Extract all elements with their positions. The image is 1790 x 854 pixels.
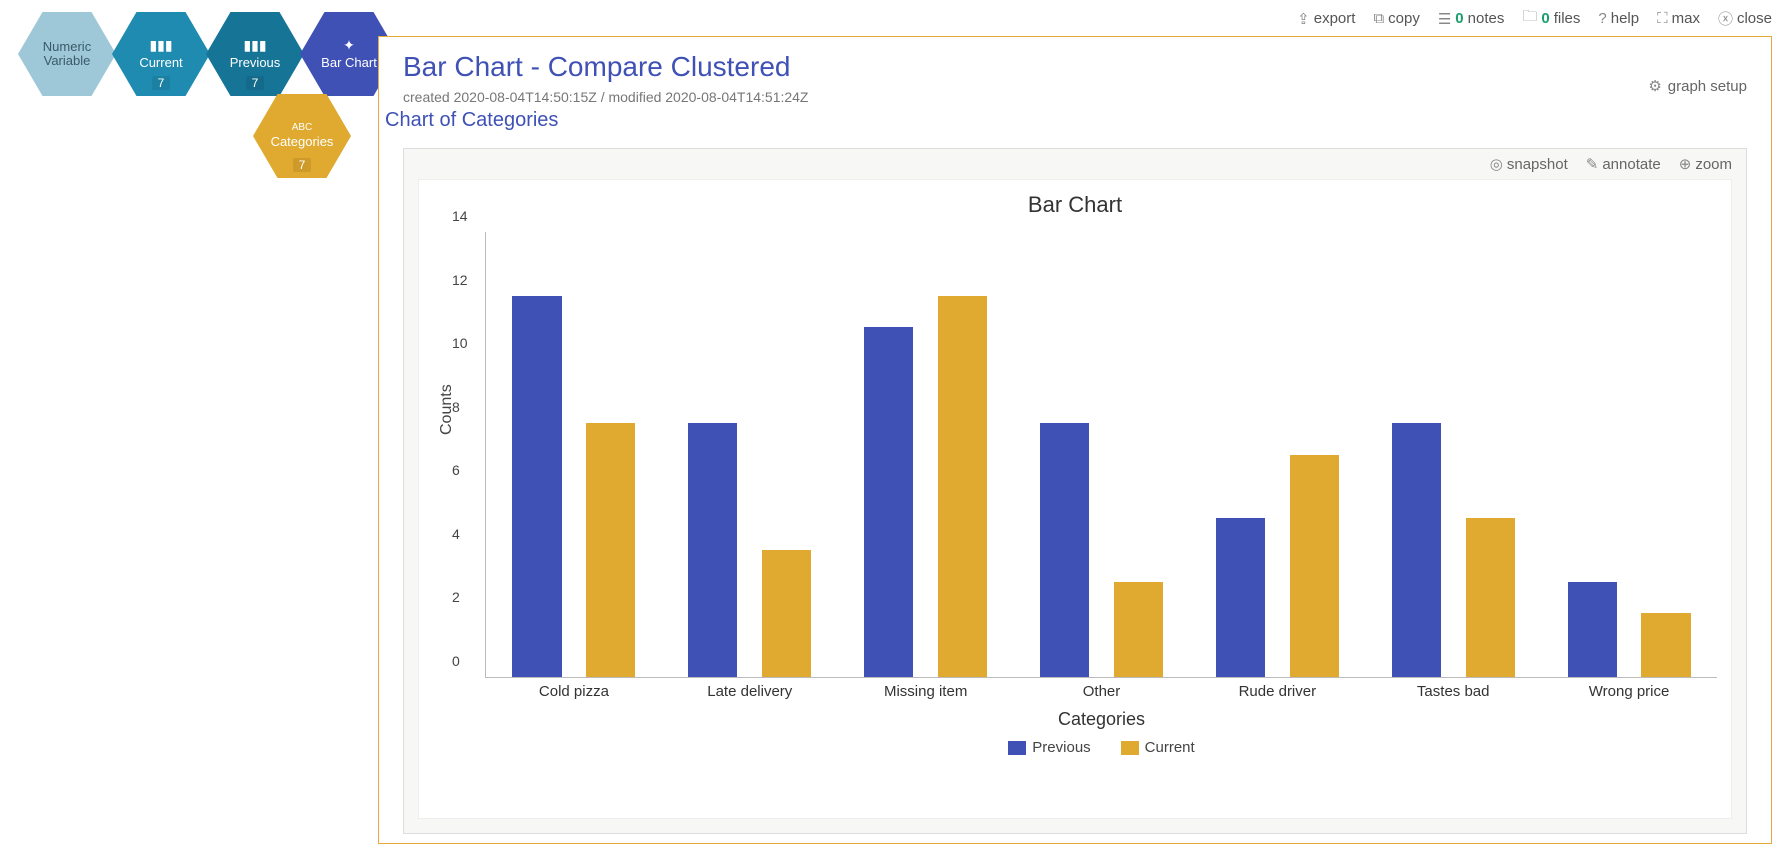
export-icon: ⇪	[1297, 10, 1310, 28]
bar-previous	[864, 327, 913, 677]
top-toolbar: ⇪export ⧉copy ☰0notes 🗀0files ?help ⛶max…	[1297, 6, 1772, 31]
export-button[interactable]: ⇪export	[1297, 6, 1355, 31]
x-tick: Late delivery	[707, 677, 792, 700]
node-label: Numeric Variable	[18, 40, 116, 69]
bar-current	[586, 423, 635, 677]
snapshot-button[interactable]: ◎snapshot	[1490, 155, 1568, 173]
bar-chart-icon: ▮▮▮	[243, 37, 266, 54]
chart-card: ◎snapshot ✎annotate ⊕zoom Bar Chart Coun…	[403, 148, 1747, 834]
y-tick: 0	[452, 653, 460, 669]
copy-icon: ⧉	[1373, 10, 1384, 27]
bar-current	[1290, 455, 1339, 678]
camera-icon: ◎	[1490, 155, 1503, 173]
node-count: 7	[293, 158, 312, 172]
section-title: Chart of Categories	[385, 105, 809, 140]
plot: Counts Categories PreviousCurrent 024681…	[485, 232, 1717, 678]
bar-previous	[512, 296, 561, 677]
x-tick: Rude driver	[1239, 677, 1317, 700]
chart-title: Bar Chart	[419, 180, 1731, 224]
legend-label: Previous	[1032, 739, 1090, 756]
notes-button[interactable]: ☰0notes	[1438, 6, 1505, 31]
help-button[interactable]: ?help	[1598, 6, 1639, 31]
bar-current	[938, 296, 987, 677]
legend-item: Previous	[1008, 739, 1090, 756]
bar-chart-icon: ▮▮▮	[149, 37, 172, 54]
legend-item: Current	[1121, 739, 1195, 756]
help-icon: ?	[1598, 10, 1606, 27]
x-axis-label: Categories	[486, 709, 1717, 730]
y-tick: 4	[452, 526, 460, 542]
bar-previous	[1392, 423, 1441, 677]
y-tick: 10	[452, 335, 468, 351]
files-button[interactable]: 🗀0files	[1522, 6, 1580, 31]
bar-previous	[1040, 423, 1089, 677]
page-title: Bar Chart - Compare Clustered	[403, 51, 809, 83]
x-tick: Missing item	[884, 677, 967, 700]
close-button[interactable]: ⓧclose	[1718, 6, 1772, 31]
node-count: 7	[246, 76, 265, 90]
node-strip: Numeric Variable ▮▮▮ Current 7 ▮▮▮ Previ…	[18, 4, 398, 204]
legend-swatch	[1008, 741, 1026, 755]
max-button[interactable]: ⛶max	[1657, 6, 1700, 31]
bar-current	[1466, 518, 1515, 677]
zoom-icon: ⊕	[1679, 155, 1692, 173]
node-label: Categories	[271, 135, 334, 149]
wrench-icon: ✦	[343, 37, 355, 54]
bar-previous	[1216, 518, 1265, 677]
chart-area: Bar Chart Counts Categories PreviousCurr…	[418, 179, 1732, 819]
zoom-button[interactable]: ⊕zoom	[1679, 155, 1732, 173]
close-icon: ⓧ	[1718, 8, 1733, 29]
node-previous[interactable]: ▮▮▮ Previous 7	[206, 12, 304, 96]
x-tick: Cold pizza	[539, 677, 609, 700]
legend: Previous Current	[486, 739, 1717, 756]
legend-swatch	[1121, 741, 1139, 755]
bar-previous	[688, 423, 737, 677]
y-tick: 8	[452, 399, 460, 415]
y-tick: 6	[452, 462, 460, 478]
gear-icon: ⚙	[1648, 77, 1661, 95]
x-tick: Tastes bad	[1417, 677, 1490, 700]
annotate-button[interactable]: ✎annotate	[1586, 155, 1661, 173]
node-count: 7	[152, 76, 171, 90]
y-tick: 14	[452, 208, 468, 224]
node-categories[interactable]: ABC Categories 7	[253, 94, 351, 178]
abc-icon: ABC	[292, 122, 313, 133]
copy-button[interactable]: ⧉copy	[1373, 6, 1419, 31]
bar-current	[762, 550, 811, 677]
node-label: Previous	[230, 56, 281, 70]
node-numeric-variable[interactable]: Numeric Variable	[18, 12, 116, 96]
pencil-icon: ✎	[1586, 155, 1599, 173]
y-tick: 2	[452, 589, 460, 605]
x-tick: Other	[1083, 677, 1121, 700]
legend-label: Current	[1145, 739, 1195, 756]
graph-setup-button[interactable]: ⚙ graph setup	[1648, 77, 1747, 95]
list-icon: ☰	[1438, 10, 1451, 28]
bar-previous	[1568, 582, 1617, 677]
maximize-icon: ⛶	[1657, 10, 1668, 27]
timestamps: created 2020-08-04T14:50:15Z / modified …	[403, 89, 809, 105]
node-current[interactable]: ▮▮▮ Current 7	[112, 12, 210, 96]
bar-current	[1114, 582, 1163, 677]
bar-current	[1641, 613, 1690, 677]
node-label: Bar Chart	[321, 56, 377, 70]
main-panel: Bar Chart - Compare Clustered created 20…	[378, 36, 1772, 844]
node-label: Current	[139, 56, 182, 70]
chart-toolbar: ◎snapshot ✎annotate ⊕zoom	[404, 149, 1746, 179]
folder-icon: 🗀	[1522, 6, 1537, 31]
x-tick: Wrong price	[1589, 677, 1670, 700]
y-tick: 12	[452, 272, 468, 288]
